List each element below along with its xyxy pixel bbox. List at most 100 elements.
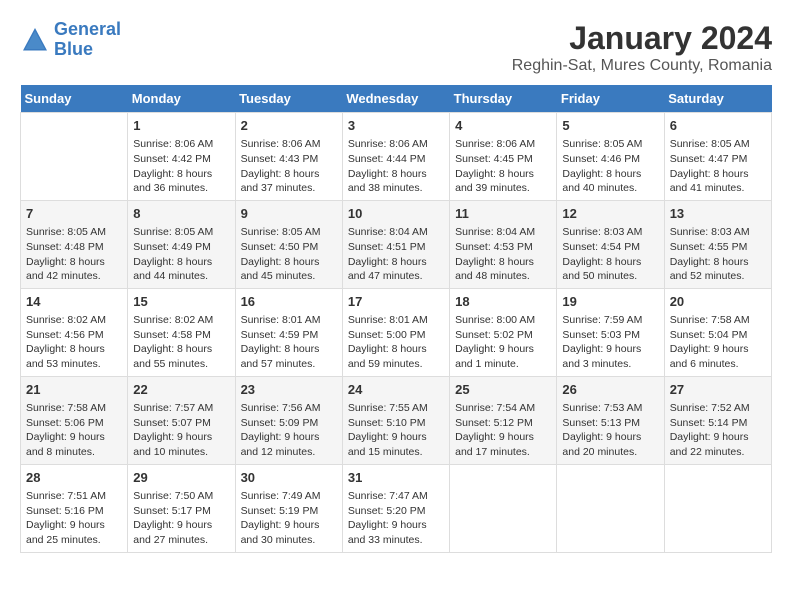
day-number: 30: [241, 469, 337, 487]
calendar-cell: 13Sunrise: 8:03 AM Sunset: 4:55 PM Dayli…: [664, 200, 771, 288]
calendar-cell: [557, 464, 664, 552]
day-number: 10: [348, 205, 444, 223]
cell-content: Sunrise: 8:05 AM Sunset: 4:49 PM Dayligh…: [133, 225, 229, 284]
cell-content: Sunrise: 8:03 AM Sunset: 4:54 PM Dayligh…: [562, 225, 658, 284]
calendar-cell: 25 Sunrise: 7:54 AM Sunset: 5:12 PM Dayli…: [450, 376, 557, 464]
day-number: 24: [348, 381, 444, 399]
cell-content: Sunrise: 8:05 AM Sunset: 4:47 PM Dayligh…: [670, 137, 766, 196]
day-number: 31: [348, 469, 444, 487]
calendar-cell: 21Sunrise: 7:58 AM Sunset: 5:06 PM Dayli…: [21, 376, 128, 464]
cell-content: Sunrise: 7:51 AM Sunset: 5:16 PM Dayligh…: [26, 489, 122, 548]
calendar-cell: 24 Sunrise: 7:55 AM Sunset: 5:10 PM Dayli…: [342, 376, 449, 464]
header-tuesday: Tuesday: [235, 85, 342, 113]
calendar-cell: 5Sunrise: 8:05 AM Sunset: 4:46 PM Daylig…: [557, 113, 664, 201]
day-number: 3: [348, 117, 444, 135]
calendar-cell: 1 Sunrise: 8:06 AM Sunset: 4:42 PM Daylig…: [128, 113, 235, 201]
day-number: 19: [562, 293, 658, 311]
day-number: 17: [348, 293, 444, 311]
cell-content: Sunrise: 7:50 AM Sunset: 5:17 PM Dayligh…: [133, 489, 229, 548]
day-number: 16: [241, 293, 337, 311]
calendar-cell: 20Sunrise: 7:58 AM Sunset: 5:04 PM Dayli…: [664, 288, 771, 376]
header-saturday: Saturday: [664, 85, 771, 113]
calendar-cell: 22 Sunrise: 7:57 AM Sunset: 5:07 PM Dayli…: [128, 376, 235, 464]
cell-content: Sunrise: 8:06 AM Sunset: 4:42 PM Dayligh…: [133, 137, 229, 196]
header-monday: Monday: [128, 85, 235, 113]
header-friday: Friday: [557, 85, 664, 113]
calendar-cell: 23 Sunrise: 7:56 AM Sunset: 5:09 PM Dayli…: [235, 376, 342, 464]
day-number: 26: [562, 381, 658, 399]
day-number: 23: [241, 381, 337, 399]
day-number: 21: [26, 381, 122, 399]
cell-content: Sunrise: 8:06 AM Sunset: 4:43 PM Dayligh…: [241, 137, 337, 196]
logo-line1: General: [54, 19, 121, 39]
logo: General Blue: [20, 20, 121, 60]
day-number: 12: [562, 205, 658, 223]
week-row-1: 1 Sunrise: 8:06 AM Sunset: 4:42 PM Daylig…: [21, 113, 772, 201]
cell-content: Sunrise: 7:59 AM Sunset: 5:03 PM Dayligh…: [562, 313, 658, 372]
cell-content: Sunrise: 7:56 AM Sunset: 5:09 PM Dayligh…: [241, 401, 337, 460]
calendar-cell: [21, 113, 128, 201]
cell-content: Sunrise: 7:49 AM Sunset: 5:19 PM Dayligh…: [241, 489, 337, 548]
day-number: 1: [133, 117, 229, 135]
calendar-cell: 2 Sunrise: 8:06 AM Sunset: 4:43 PM Daylig…: [235, 113, 342, 201]
day-number: 7: [26, 205, 122, 223]
calendar-cell: 26 Sunrise: 7:53 AM Sunset: 5:13 PM Dayli…: [557, 376, 664, 464]
day-number: 29: [133, 469, 229, 487]
calendar-cell: 18 Sunrise: 8:00 AM Sunset: 5:02 PM Dayli…: [450, 288, 557, 376]
subtitle: Reghin-Sat, Mures County, Romania: [512, 57, 772, 75]
week-row-3: 14 Sunrise: 8:02 AM Sunset: 4:56 PM Dayli…: [21, 288, 772, 376]
calendar-cell: 9 Sunrise: 8:05 AM Sunset: 4:50 PM Daylig…: [235, 200, 342, 288]
cell-content: Sunrise: 7:57 AM Sunset: 5:07 PM Dayligh…: [133, 401, 229, 460]
calendar-cell: 30 Sunrise: 7:49 AM Sunset: 5:19 PM Dayli…: [235, 464, 342, 552]
logo-line2: Blue: [54, 39, 93, 59]
day-number: 18: [455, 293, 551, 311]
cell-content: Sunrise: 8:06 AM Sunset: 4:44 PM Dayligh…: [348, 137, 444, 196]
day-number: 25: [455, 381, 551, 399]
page-header: General Blue January 2024 Reghin-Sat, Mu…: [20, 20, 772, 75]
cell-content: Sunrise: 7:53 AM Sunset: 5:13 PM Dayligh…: [562, 401, 658, 460]
cell-content: Sunrise: 8:02 AM Sunset: 4:58 PM Dayligh…: [133, 313, 229, 372]
week-row-4: 21Sunrise: 7:58 AM Sunset: 5:06 PM Dayli…: [21, 376, 772, 464]
month-title: January 2024: [512, 20, 772, 57]
week-row-2: 7 Sunrise: 8:05 AM Sunset: 4:48 PM Daylig…: [21, 200, 772, 288]
day-number: 27: [670, 381, 766, 399]
cell-content: Sunrise: 8:04 AM Sunset: 4:51 PM Dayligh…: [348, 225, 444, 284]
cell-content: Sunrise: 7:58 AM Sunset: 5:04 PM Dayligh…: [670, 313, 766, 372]
week-row-5: 28Sunrise: 7:51 AM Sunset: 5:16 PM Dayli…: [21, 464, 772, 552]
logo-icon: [20, 25, 50, 55]
cell-content: Sunrise: 7:55 AM Sunset: 5:10 PM Dayligh…: [348, 401, 444, 460]
cell-content: Sunrise: 8:03 AM Sunset: 4:55 PM Dayligh…: [670, 225, 766, 284]
calendar-cell: 31 Sunrise: 7:47 AM Sunset: 5:20 PM Dayli…: [342, 464, 449, 552]
header-wednesday: Wednesday: [342, 85, 449, 113]
day-number: 15: [133, 293, 229, 311]
cell-content: Sunrise: 8:01 AM Sunset: 5:00 PM Dayligh…: [348, 313, 444, 372]
calendar-cell: [450, 464, 557, 552]
cell-content: Sunrise: 8:02 AM Sunset: 4:56 PM Dayligh…: [26, 313, 122, 372]
cell-content: Sunrise: 8:00 AM Sunset: 5:02 PM Dayligh…: [455, 313, 551, 372]
calendar-header-row: SundayMondayTuesdayWednesdayThursdayFrid…: [21, 85, 772, 113]
calendar-table: SundayMondayTuesdayWednesdayThursdayFrid…: [20, 85, 772, 553]
header-sunday: Sunday: [21, 85, 128, 113]
cell-content: Sunrise: 8:05 AM Sunset: 4:46 PM Dayligh…: [562, 137, 658, 196]
header-thursday: Thursday: [450, 85, 557, 113]
day-number: 2: [241, 117, 337, 135]
calendar-cell: 19 Sunrise: 7:59 AM Sunset: 5:03 PM Dayli…: [557, 288, 664, 376]
calendar-cell: 4Sunrise: 8:06 AM Sunset: 4:45 PM Daylig…: [450, 113, 557, 201]
calendar-cell: 11Sunrise: 8:04 AM Sunset: 4:53 PM Dayli…: [450, 200, 557, 288]
day-number: 9: [241, 205, 337, 223]
cell-content: Sunrise: 7:52 AM Sunset: 5:14 PM Dayligh…: [670, 401, 766, 460]
cell-content: Sunrise: 8:05 AM Sunset: 4:48 PM Dayligh…: [26, 225, 122, 284]
calendar-cell: 10 Sunrise: 8:04 AM Sunset: 4:51 PM Dayli…: [342, 200, 449, 288]
calendar-cell: [664, 464, 771, 552]
day-number: 22: [133, 381, 229, 399]
calendar-cell: 17 Sunrise: 8:01 AM Sunset: 5:00 PM Dayli…: [342, 288, 449, 376]
cell-content: Sunrise: 8:05 AM Sunset: 4:50 PM Dayligh…: [241, 225, 337, 284]
cell-content: Sunrise: 7:47 AM Sunset: 5:20 PM Dayligh…: [348, 489, 444, 548]
cell-content: Sunrise: 7:54 AM Sunset: 5:12 PM Dayligh…: [455, 401, 551, 460]
day-number: 14: [26, 293, 122, 311]
calendar-cell: 15 Sunrise: 8:02 AM Sunset: 4:58 PM Dayli…: [128, 288, 235, 376]
calendar-cell: 12 Sunrise: 8:03 AM Sunset: 4:54 PM Dayli…: [557, 200, 664, 288]
cell-content: Sunrise: 8:04 AM Sunset: 4:53 PM Dayligh…: [455, 225, 551, 284]
day-number: 6: [670, 117, 766, 135]
logo-text: General Blue: [54, 20, 121, 60]
